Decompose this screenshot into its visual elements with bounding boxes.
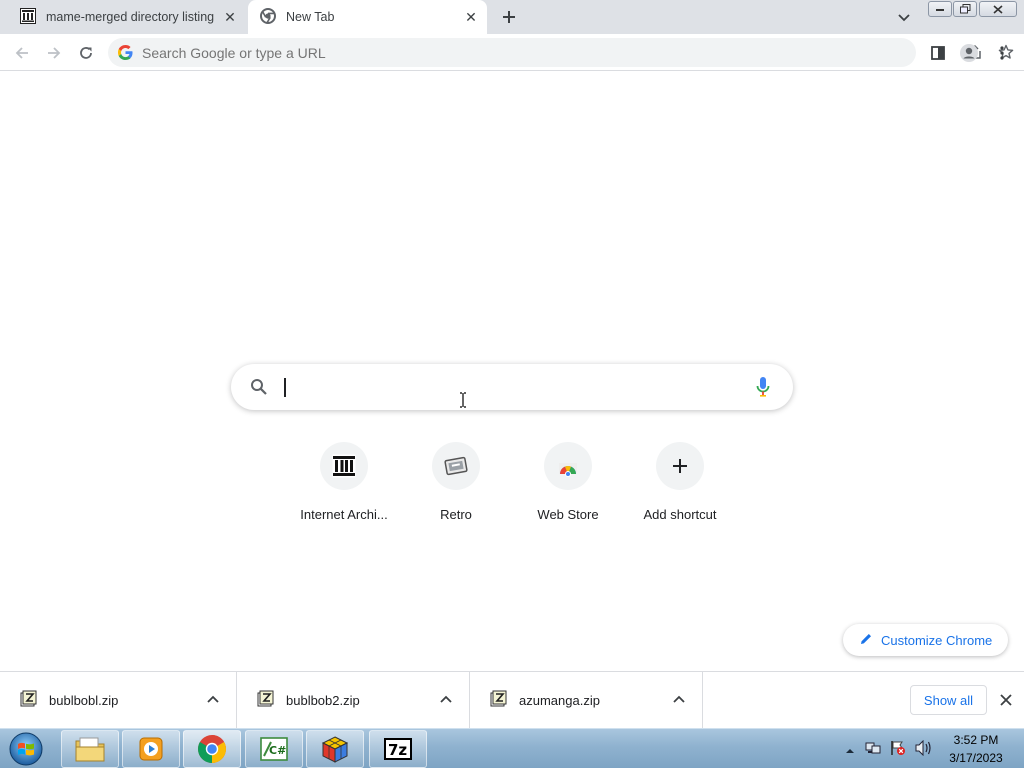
archive-icon [20, 7, 36, 27]
svg-text:7z: 7z [388, 741, 407, 759]
text-caret [284, 378, 286, 397]
close-icon [1000, 694, 1012, 706]
microphone-icon[interactable] [755, 376, 771, 403]
volume-icon[interactable] [915, 739, 933, 761]
taskbar-csharp-button[interactable]: C# [245, 730, 303, 768]
back-arrow-icon [15, 47, 28, 59]
archive-icon [332, 454, 356, 478]
cube-icon [321, 736, 349, 763]
clock-date[interactable]: 3/17/2023 [944, 751, 1008, 765]
download-filename: bublbob2.zip [286, 693, 360, 708]
shortcut-icon-circle [656, 442, 704, 490]
menu-button[interactable] [991, 42, 1013, 64]
taskbar-cube-app-button[interactable] [306, 730, 364, 768]
shortcut-label: Retro [440, 507, 472, 522]
show-all-button[interactable]: Show all [910, 685, 987, 715]
shortcut-tile[interactable]: Retro [400, 442, 512, 532]
close-icon [993, 4, 1003, 14]
reload-icon [80, 47, 92, 59]
close-icon[interactable]: ✕ [463, 9, 479, 25]
shortcut-label: Add shortcut [643, 507, 717, 522]
download-item[interactable]: bublbob2.zip [237, 672, 470, 729]
tab-title: mame-merged directory listing [46, 10, 215, 24]
shortcut-label: Internet Archi... [300, 507, 388, 522]
clock-time[interactable]: 3:52 PM [948, 733, 1004, 747]
omnibox[interactable] [108, 38, 1014, 67]
kebab-menu-icon [1000, 46, 1004, 60]
csharp-icon: C# [260, 737, 288, 761]
chevron-up-icon[interactable] [205, 692, 221, 708]
taskbar-chrome-button[interactable] [183, 730, 241, 768]
shortcut-tile[interactable]: Internet Archi... [288, 442, 400, 532]
chrome-icon [198, 735, 226, 763]
svg-text:C#: C# [269, 744, 286, 757]
zip-file-icon [257, 690, 274, 712]
download-item[interactable]: azumanga.zip [470, 672, 703, 729]
window-close-button[interactable] [979, 1, 1017, 17]
minimize-button[interactable] [928, 1, 952, 17]
forward-arrow-icon [48, 47, 61, 59]
shortcut-label: Web Store [537, 507, 599, 522]
web-store-icon [559, 463, 577, 477]
back-button[interactable] [11, 42, 33, 64]
7zip-icon: 7z [384, 738, 412, 760]
network-icon[interactable] [865, 740, 881, 761]
explorer-icon [75, 737, 105, 762]
plus-icon [503, 11, 515, 23]
chevron-up-icon[interactable] [438, 692, 454, 708]
search-icon [250, 378, 268, 401]
chevron-up-icon[interactable] [671, 692, 687, 708]
shortcut-tile[interactable]: Web Store [512, 442, 624, 532]
download-filename: azumanga.zip [519, 693, 600, 708]
plus-icon [673, 459, 687, 473]
zip-file-icon [20, 690, 37, 712]
customize-label: Customize Chrome [881, 632, 993, 648]
side-panel-button[interactable] [927, 42, 949, 64]
reload-button[interactable] [75, 42, 97, 64]
taskbar: C# 7z [0, 728, 1024, 768]
new-tab-button[interactable] [498, 6, 520, 28]
restore-button[interactable] [953, 1, 977, 17]
i-beam-cursor-icon [458, 392, 468, 408]
tab-search-button[interactable] [895, 8, 913, 26]
add-shortcut-tile[interactable]: Add shortcut [624, 442, 736, 532]
close-shelf-button[interactable] [997, 691, 1015, 709]
zip-file-icon [490, 690, 507, 712]
toolbar [0, 34, 1024, 71]
tab-strip: mame-merged directory listing ✕ New Tab … [0, 0, 1024, 34]
chrome-icon [260, 7, 276, 27]
tab-mame-merged[interactable]: mame-merged directory listing ✕ [8, 0, 246, 34]
tab-title: New Tab [286, 10, 335, 24]
address-input[interactable] [142, 45, 742, 61]
minimize-icon [936, 9, 944, 11]
media-player-icon [139, 737, 163, 761]
taskbar-media-player-button[interactable] [122, 730, 180, 768]
customize-chrome-button[interactable]: Customize Chrome [843, 624, 1008, 656]
retro-icon [444, 456, 468, 476]
shortcut-icon-circle [320, 442, 368, 490]
download-filename: bublbobl.zip [49, 693, 119, 708]
forward-button[interactable] [43, 42, 65, 64]
download-shelf: bublbobl.zip bublbob2.zip azumanga.zip S… [0, 671, 1024, 729]
google-icon [118, 45, 133, 65]
taskbar-explorer-button[interactable] [61, 730, 119, 768]
show-hidden-icons-button[interactable] [845, 743, 855, 761]
avatar-icon [960, 44, 978, 62]
flag-action-center-icon[interactable] [890, 740, 906, 761]
download-item[interactable]: bublbobl.zip [0, 672, 237, 729]
shortcut-icon-circle [544, 442, 592, 490]
taskbar-7zip-button[interactable]: 7z [369, 730, 427, 768]
side-panel-icon [931, 46, 945, 60]
profile-button[interactable] [958, 42, 980, 64]
ntp-search-box[interactable] [231, 364, 793, 410]
close-icon[interactable]: ✕ [222, 9, 238, 25]
restore-icon [959, 4, 970, 14]
shortcut-icon-circle [432, 442, 480, 490]
pencil-icon [859, 632, 873, 649]
chevron-up-icon [846, 749, 854, 753]
tab-new-tab[interactable]: New Tab ✕ [248, 0, 487, 34]
windows-logo-icon [9, 732, 43, 766]
start-button[interactable] [6, 730, 46, 768]
chevron-down-icon [898, 14, 910, 22]
